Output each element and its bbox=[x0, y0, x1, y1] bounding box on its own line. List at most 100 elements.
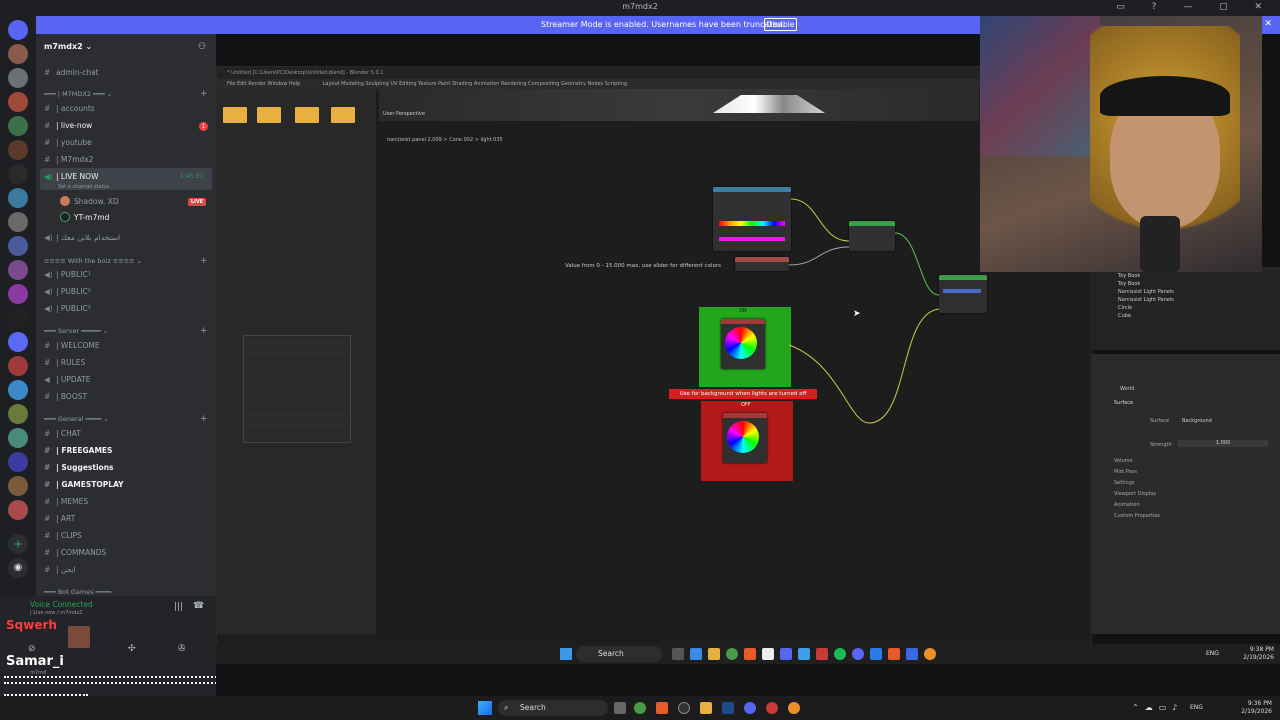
add-channel-icon[interactable]: + bbox=[200, 256, 208, 266]
strength-field[interactable]: 1.000 bbox=[1178, 440, 1268, 447]
blender-icon[interactable] bbox=[788, 702, 800, 714]
world-label[interactable]: World bbox=[1120, 386, 1134, 392]
folder-icon[interactable] bbox=[223, 107, 247, 123]
channel-suggestions[interactable]: # | Suggestions bbox=[44, 463, 114, 472]
discover-icon[interactable]: ◉ bbox=[8, 558, 28, 578]
category-public[interactable]: ≡≡≡≡ With the boiz ≡≡≡≡ ⌄ bbox=[44, 257, 142, 265]
voice-public-3[interactable]: ◀) | PUBLIC³ bbox=[44, 304, 91, 313]
section-mist-pass[interactable]: Mist Pass bbox=[1114, 467, 1160, 478]
app-icon[interactable] bbox=[762, 648, 774, 660]
surface-value[interactable]: Background bbox=[1182, 418, 1212, 424]
image-preview[interactable] bbox=[243, 335, 351, 443]
steam-icon[interactable] bbox=[722, 702, 734, 714]
chrome-icon[interactable] bbox=[634, 702, 646, 714]
voice-user-2[interactable]: YT-m7md bbox=[74, 213, 109, 222]
discord-app-icon[interactable] bbox=[780, 648, 792, 660]
blender-icon[interactable] bbox=[924, 648, 936, 660]
channel-memes[interactable]: # | MEMES bbox=[44, 497, 88, 506]
category-general[interactable]: ━━━ General ━━━━ ⌄ bbox=[44, 415, 109, 423]
app-icon[interactable] bbox=[766, 702, 778, 714]
add-channel-icon[interactable]: + bbox=[200, 326, 208, 336]
server-icon[interactable] bbox=[8, 356, 28, 376]
channel-update[interactable]: ◀ | UPDATE bbox=[44, 375, 90, 384]
server-icon[interactable] bbox=[8, 452, 28, 472]
folder-icon[interactable] bbox=[257, 107, 281, 123]
activity-icon[interactable]: ✣ bbox=[128, 644, 136, 654]
task-view-icon[interactable] bbox=[614, 702, 626, 714]
server-icon[interactable] bbox=[8, 140, 28, 160]
server-icon[interactable] bbox=[8, 68, 28, 88]
avatar[interactable] bbox=[60, 196, 70, 206]
channel-commands[interactable]: # | COMMANDS bbox=[44, 548, 106, 557]
channel-live-now[interactable]: # | live-now bbox=[44, 121, 92, 130]
server-icon[interactable] bbox=[8, 404, 28, 424]
close-banner-icon[interactable]: ✕ bbox=[1264, 19, 1272, 29]
outliner-item[interactable]: Toy Book bbox=[1118, 272, 1174, 280]
section-volume[interactable]: Volume bbox=[1114, 456, 1160, 467]
stream-thumbnail[interactable] bbox=[68, 626, 90, 648]
outliner-item[interactable]: Cube bbox=[1118, 312, 1174, 320]
server-name[interactable]: m7mdx2 ⌄ bbox=[44, 42, 92, 51]
discord-home-icon[interactable] bbox=[8, 20, 28, 40]
server-icon[interactable] bbox=[8, 236, 28, 256]
voice-channel-name[interactable]: | Live now / m7mdx2 bbox=[30, 610, 83, 616]
category-bot-games[interactable]: ━━━ Bot Games ━━━━ bbox=[44, 588, 111, 596]
soundboard-icon[interactable]: ✇ bbox=[178, 644, 186, 654]
brave-icon[interactable] bbox=[744, 648, 756, 660]
folder-app-icon[interactable] bbox=[708, 648, 720, 660]
file-explorer-icon[interactable] bbox=[700, 702, 712, 714]
chrome-icon[interactable] bbox=[726, 648, 738, 660]
app-icon[interactable] bbox=[798, 648, 810, 660]
channel-boost[interactable]: # | BOOST bbox=[44, 392, 87, 401]
vscode-icon[interactable] bbox=[870, 648, 882, 660]
surface-section[interactable]: Surface bbox=[1114, 400, 1133, 406]
voice-channel-live-now[interactable]: ◀) | LIVE NOW bbox=[44, 172, 98, 181]
outliner-item[interactable]: Narcissist Light Panels bbox=[1118, 296, 1174, 304]
signal-icon[interactable]: ||| bbox=[174, 602, 183, 612]
channel-rules[interactable]: # | RULES bbox=[44, 358, 85, 367]
property-sections[interactable]: Volume Mist Pass Settings Viewport Displ… bbox=[1114, 456, 1160, 522]
server-icon[interactable] bbox=[8, 500, 28, 520]
app-icon[interactable] bbox=[888, 648, 900, 660]
window-controls[interactable]: ▭ ? — ▢ ✕ bbox=[1116, 2, 1274, 12]
add-channel-icon[interactable]: + bbox=[200, 414, 208, 424]
avatar[interactable] bbox=[60, 212, 70, 222]
server-icon[interactable] bbox=[8, 260, 28, 280]
blender-menus[interactable]: File Edit Render Window Help bbox=[227, 81, 300, 87]
app-icon[interactable] bbox=[906, 648, 918, 660]
add-member-icon[interactable]: ⚇ bbox=[198, 42, 206, 52]
streamed-search-box[interactable]: Search bbox=[576, 646, 662, 662]
server-icon[interactable] bbox=[8, 164, 28, 184]
add-server-icon[interactable]: + bbox=[8, 534, 28, 554]
category-server[interactable]: ━━━ Server ━━━━━ ⌄ bbox=[44, 327, 108, 335]
channel-accounts[interactable]: # | accounts bbox=[44, 104, 95, 113]
tray-clock[interactable]: 9:38 PM 2/19/2026 bbox=[1234, 646, 1274, 662]
server-icon[interactable] bbox=[8, 476, 28, 496]
channel-admin-chat[interactable]: # admin-chat bbox=[44, 68, 99, 77]
voice-user-1[interactable]: Shadow. XD bbox=[74, 197, 119, 206]
voice-public-1[interactable]: ◀) | PUBLIC¹ bbox=[44, 270, 91, 279]
category-m7mdx2[interactable]: ━━━ | M7MDX2 ━━━ ⌄ bbox=[44, 90, 112, 98]
channel-chat[interactable]: # | CHAT bbox=[44, 429, 81, 438]
outliner-item[interactable]: Narcissist Light Panels bbox=[1118, 288, 1174, 296]
folder-icon[interactable] bbox=[295, 107, 319, 123]
server-icon[interactable] bbox=[8, 428, 28, 448]
channel-clips[interactable]: # | CLIPS bbox=[44, 531, 82, 540]
brave-icon[interactable] bbox=[656, 702, 668, 714]
app-icon[interactable] bbox=[852, 648, 864, 660]
outliner-item[interactable]: Toy Book bbox=[1118, 280, 1174, 288]
add-channel-icon[interactable]: + bbox=[200, 89, 208, 99]
channel-welcome[interactable]: # | WELCOME bbox=[44, 341, 100, 350]
disable-button[interactable]: Disable bbox=[764, 18, 797, 31]
app-icon[interactable] bbox=[816, 648, 828, 660]
section-animation[interactable]: Animation bbox=[1114, 500, 1160, 511]
channel-m7mdx2[interactable]: # | M7mdx2 bbox=[44, 155, 93, 164]
server-icon[interactable] bbox=[8, 92, 28, 112]
app-icon[interactable] bbox=[678, 702, 690, 714]
app-icon[interactable] bbox=[690, 648, 702, 660]
channel-youtube[interactable]: # | youtube bbox=[44, 138, 92, 147]
shader-node-editor[interactable]: narcissist panel 2.009 > Cone.002 > ligh… bbox=[379, 123, 987, 635]
channel-arabic-text[interactable]: # | ايجن bbox=[44, 565, 76, 574]
server-icon[interactable] bbox=[8, 380, 28, 400]
voice-channel-arabic[interactable]: ◀) | استخدام بلابن معك bbox=[44, 233, 120, 242]
